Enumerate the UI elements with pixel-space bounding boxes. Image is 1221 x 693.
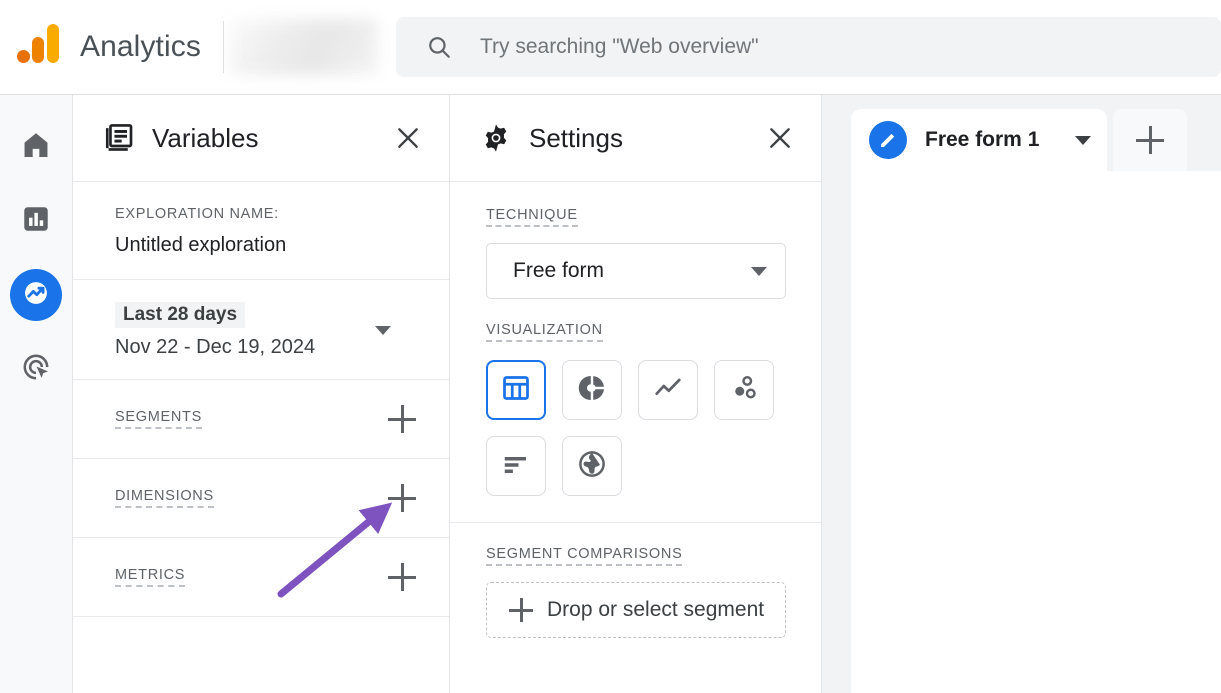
plus-icon [388,563,416,591]
viz-free-form-table[interactable] [486,360,546,420]
edit-pencil-icon [869,121,907,159]
chevron-down-icon [751,267,767,276]
viz-donut-chart[interactable] [562,360,622,420]
tab-chevron-down-icon[interactable] [1075,136,1091,145]
rail-item-home[interactable] [10,121,62,173]
visualization-section: VISUALIZATION [450,299,821,496]
horizontal-bar-icon [501,449,531,484]
target-cursor-icon [20,351,52,388]
globe-icon [577,449,607,484]
tab-label: Free form 1 [925,128,1039,152]
donut-chart-icon [577,373,607,408]
settings-panel-title: Settings [529,123,623,154]
segments-label: SEGMENTS [115,409,202,429]
search-bar[interactable]: Try searching "Web overview" [396,17,1221,77]
app-header: Analytics Try searching "Web overview" [0,0,1221,95]
variables-close-button[interactable] [391,121,425,155]
viz-scatter-plot[interactable] [714,360,774,420]
viz-geo-map[interactable] [562,436,622,496]
date-range-value: Nov 22 - Dec 19, 2024 [115,336,419,359]
line-chart-icon [653,373,683,408]
add-tab-button[interactable] [1113,109,1187,171]
date-range-chevron-down-icon[interactable] [375,326,391,335]
settings-panel: Settings TECHNIQUE Free form VISUALIZATI… [450,95,822,693]
variables-panel-header: Variables [73,95,449,182]
exploration-name-label: EXPLORATION NAME: [115,206,419,222]
left-navigation-rail [0,95,73,693]
technique-select[interactable]: Free form [486,243,786,299]
settings-close-button[interactable] [763,121,797,155]
exploration-name-section: EXPLORATION NAME: Untitled exploration [73,182,449,280]
metrics-label: METRICS [115,567,185,587]
property-selector-redacted[interactable] [230,19,378,75]
dimensions-add-button[interactable] [385,481,419,515]
visualization-label: VISUALIZATION [486,322,603,342]
plus-icon [388,484,416,512]
plus-icon [509,598,533,622]
variables-row-segments: SEGMENTS [73,380,449,459]
bar-chart-icon [20,203,52,240]
home-icon [20,129,52,166]
tab-content-area [851,171,1221,693]
tab-free-form-1[interactable]: Free form 1 [851,109,1107,171]
plus-icon [1136,126,1164,154]
viz-line-chart[interactable] [638,360,698,420]
metrics-add-button[interactable] [385,560,419,594]
variables-row-dimensions: DIMENSIONS [73,459,449,538]
viz-bar-chart[interactable] [486,436,546,496]
table-icon [501,373,531,408]
variables-panel-title: Variables [152,123,258,154]
rail-item-explore[interactable] [10,269,62,321]
technique-selected-value: Free form [513,259,604,283]
variables-icon [103,122,135,154]
segments-add-button[interactable] [385,402,419,436]
explore-compass-icon [20,277,52,314]
technique-section: TECHNIQUE Free form [450,182,821,299]
visualization-options [486,360,796,496]
scatter-plot-icon [729,373,759,408]
segment-dropzone[interactable]: Drop or select segment [486,582,786,638]
exploration-name-value[interactable]: Untitled exploration [115,234,419,257]
segment-dropzone-text: Drop or select segment [547,598,764,622]
variables-panel: Variables EXPLORATION NAME: Untitled exp… [73,95,450,693]
date-range-selector[interactable]: Last 28 days Nov 22 - Dec 19, 2024 [73,280,449,380]
header-divider [223,21,224,73]
search-icon [426,34,452,60]
exploration-canvas: Free form 1 [822,95,1221,693]
search-placeholder: Try searching "Web overview" [480,35,759,59]
variables-row-metrics: METRICS [73,538,449,617]
brand-title: Analytics [80,30,201,64]
settings-panel-header: Settings [450,95,821,182]
google-analytics-explore-page: Analytics Try searching "Web overview" [0,0,1221,693]
rail-item-reports[interactable] [10,195,62,247]
gear-icon [480,122,512,154]
dimensions-label: DIMENSIONS [115,488,214,508]
rail-item-advertising[interactable] [10,343,62,395]
google-analytics-logo-icon [14,24,60,70]
tab-strip: Free form 1 [851,109,1187,171]
segment-comparisons-section: SEGMENT COMPARISONS Drop or select segme… [450,523,821,638]
segment-comparisons-label: SEGMENT COMPARISONS [486,546,682,566]
date-range-chip: Last 28 days [115,302,245,328]
plus-icon [388,405,416,433]
technique-label: TECHNIQUE [486,207,578,227]
